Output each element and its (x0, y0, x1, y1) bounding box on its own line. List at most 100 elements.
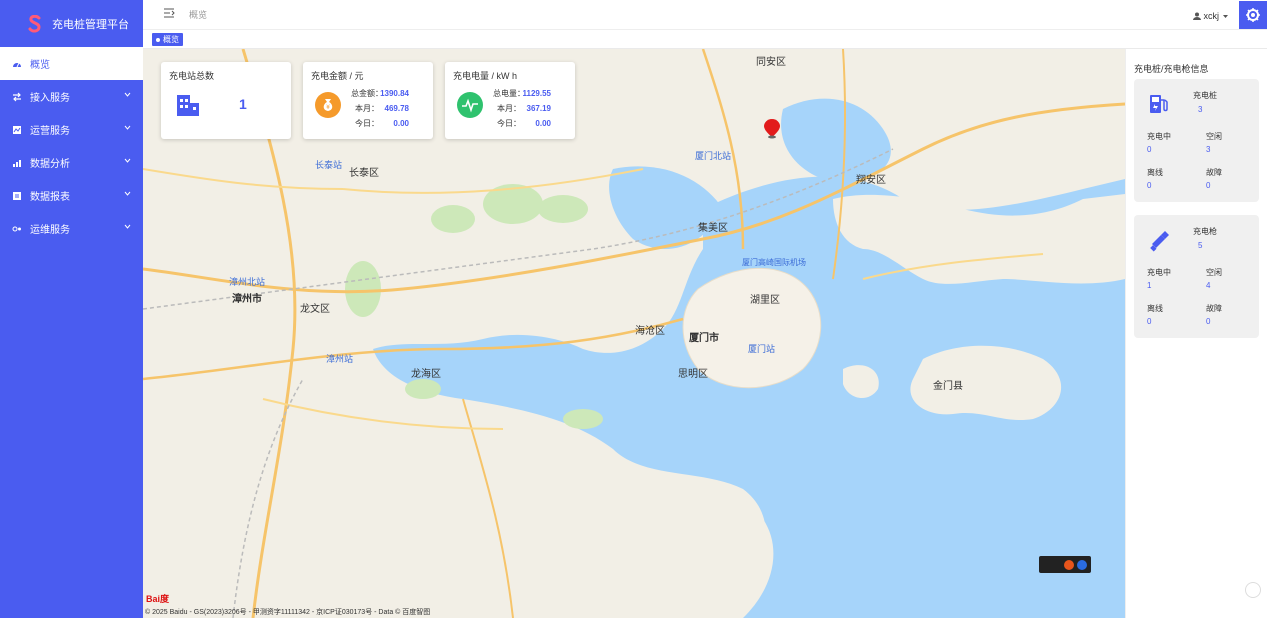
charge-energy-card: 充电电量 / kW h 总电量：1129.55 本月： 367.19 今日： 0.0… (445, 62, 575, 139)
card-title: 充电电量 / kW h (453, 71, 518, 81)
offline-value: 0 (1147, 317, 1152, 326)
sidebar-item-label: 接入服务 (30, 93, 70, 104)
tags-bar: 概览 (143, 30, 1267, 49)
today-label: 今日： (355, 119, 379, 128)
sidebar-item-label: 数据分析 (30, 159, 70, 170)
chevron-down-icon (124, 224, 131, 229)
map-label-xiamen-station: 厦门站 (748, 344, 776, 354)
month-value: 367.19 (526, 104, 551, 113)
map-label-tongan: 同安区 (756, 57, 786, 68)
today-label: 今日： (497, 119, 521, 128)
panel-title: 充电桩/充电枪信息 (1134, 64, 1209, 74)
month-value: 469.78 (384, 104, 409, 113)
map-label-siming: 思明区 (678, 369, 708, 380)
chevron-down-icon (124, 92, 131, 97)
sidebar-item-operation[interactable]: 运营服务 (0, 113, 143, 146)
idle-label: 空闲 (1206, 132, 1222, 141)
map-label-changtai-station: 长泰站 (315, 160, 343, 170)
map-label-huli: 湖里区 (750, 295, 780, 306)
map-label-changtai: 长泰区 (349, 168, 379, 179)
caret-down-icon (1223, 14, 1228, 18)
map-label-longwen: 龙文区 (300, 304, 330, 315)
amount-month-row: 本月： 469.78 (351, 103, 409, 114)
map-label-zhangzhou-station: 漳州站 (326, 354, 354, 364)
map-copyright: © 2025 Baidu - GS(2023)3206号 - 甲测资字11111… (145, 609, 431, 616)
sidebar-item-label: 概览 (30, 60, 50, 71)
breadcrumb[interactable]: 概览 (189, 8, 207, 21)
today-value: 0.00 (535, 119, 551, 128)
money-bag-icon: ¥ (315, 92, 341, 118)
offline-value: 0 (1147, 181, 1152, 190)
active-dot-icon (156, 37, 160, 42)
map-label-jinmen: 金门县 (933, 381, 963, 392)
top-header: 概览 xckj (143, 0, 1267, 30)
sidebar-item-report[interactable]: 数据报表 (0, 179, 143, 212)
fault-value: 0 (1206, 181, 1211, 190)
sidebar-item-maintenance[interactable]: 运维服务 (0, 212, 143, 245)
map-label-zhangzhou-north: 漳州北站 (229, 277, 266, 287)
tab-label: 概览 (163, 35, 179, 44)
map-label-xiamen: 厦门市 (689, 333, 719, 344)
gun-stats-box: 充电枪 5 充电中 1 空闲 4 离线 0 故障 0 (1134, 215, 1259, 338)
sidebar-item-analytics[interactable]: 数据分析 (0, 146, 143, 179)
pile-stats-box: 充电桩 3 充电中 0 空闲 3 离线 0 故障 0 (1134, 79, 1259, 202)
offline-label: 离线 (1147, 168, 1163, 177)
map-label-xiangan: 翔安区 (856, 175, 886, 186)
user-menu[interactable]: xckj (1192, 11, 1230, 21)
brand-logo-icon (28, 14, 41, 33)
fault-label: 故障 (1206, 304, 1222, 313)
access-icon (12, 92, 22, 102)
fault-value: 0 (1206, 317, 1211, 326)
report-icon (12, 191, 22, 201)
settings-button[interactable] (1239, 1, 1267, 29)
pulse-icon (457, 92, 483, 118)
amount-today-row: 今日： 0.00 (351, 118, 409, 129)
energy-month-row: 本月： 367.19 (493, 103, 551, 114)
sidebar-item-label: 数据报表 (30, 192, 70, 203)
today-value: 0.00 (393, 119, 409, 128)
analytics-icon (12, 158, 22, 168)
map-label-longhai: 龙海区 (411, 369, 441, 380)
operation-icon (12, 125, 22, 135)
sidebar-item-access[interactable]: 接入服务 (0, 80, 143, 113)
map-controls[interactable] (1039, 556, 1091, 573)
month-label: 本月： (497, 104, 521, 113)
charging-gun-icon (1150, 231, 1169, 252)
total-value: 1129.55 (522, 89, 551, 98)
fault-label: 故障 (1206, 168, 1222, 177)
idle-label: 空闲 (1206, 268, 1222, 277)
chevron-down-icon (124, 125, 131, 130)
station-count-card: 充电站总数 1 (161, 62, 291, 139)
charging-value: 1 (1147, 281, 1152, 290)
offline-label: 离线 (1147, 304, 1163, 313)
gun-label: 充电枪 (1193, 227, 1217, 236)
map-label-airport: 厦门高崎国际机场 (742, 258, 806, 267)
refresh-button[interactable] (1245, 582, 1261, 598)
sidebar-item-overview[interactable]: 概览 (0, 47, 143, 80)
card-title: 充电金额 / 元 (311, 71, 364, 81)
month-label: 本月： (355, 104, 379, 113)
building-icon (177, 95, 199, 116)
help-icon[interactable] (1077, 559, 1087, 570)
pile-label: 充电桩 (1193, 91, 1217, 100)
tab-overview[interactable]: 概览 (152, 33, 183, 46)
brand[interactable]: 充电桩管理平台 (0, 0, 143, 47)
map-control-icon[interactable] (1064, 559, 1074, 570)
charge-amount-card: 充电金额 / 元 ¥ 总金额：1390.84 本月： 469.78 今日： 0.00 (303, 62, 433, 139)
baidu-logo: Bai度 (146, 594, 170, 604)
total-value: 1390.84 (380, 89, 409, 98)
user-name: xckj (1203, 11, 1220, 21)
charging-value: 0 (1147, 145, 1152, 154)
chevron-down-icon (124, 191, 131, 196)
map-label-jimei: 集美区 (698, 223, 728, 234)
menu-toggle-icon[interactable] (163, 8, 175, 18)
idle-value: 3 (1206, 145, 1211, 154)
idle-value: 4 (1206, 281, 1211, 290)
amount-total-row: 总金额：1390.84 (351, 88, 409, 99)
chevron-down-icon (124, 158, 131, 163)
sidebar-item-label: 运维服务 (30, 225, 70, 236)
dashboard-icon (12, 59, 22, 69)
map-label-zhangzhou: 漳州市 (232, 294, 262, 305)
total-label: 总电量： (493, 89, 525, 98)
total-label: 总金额： (351, 89, 383, 98)
